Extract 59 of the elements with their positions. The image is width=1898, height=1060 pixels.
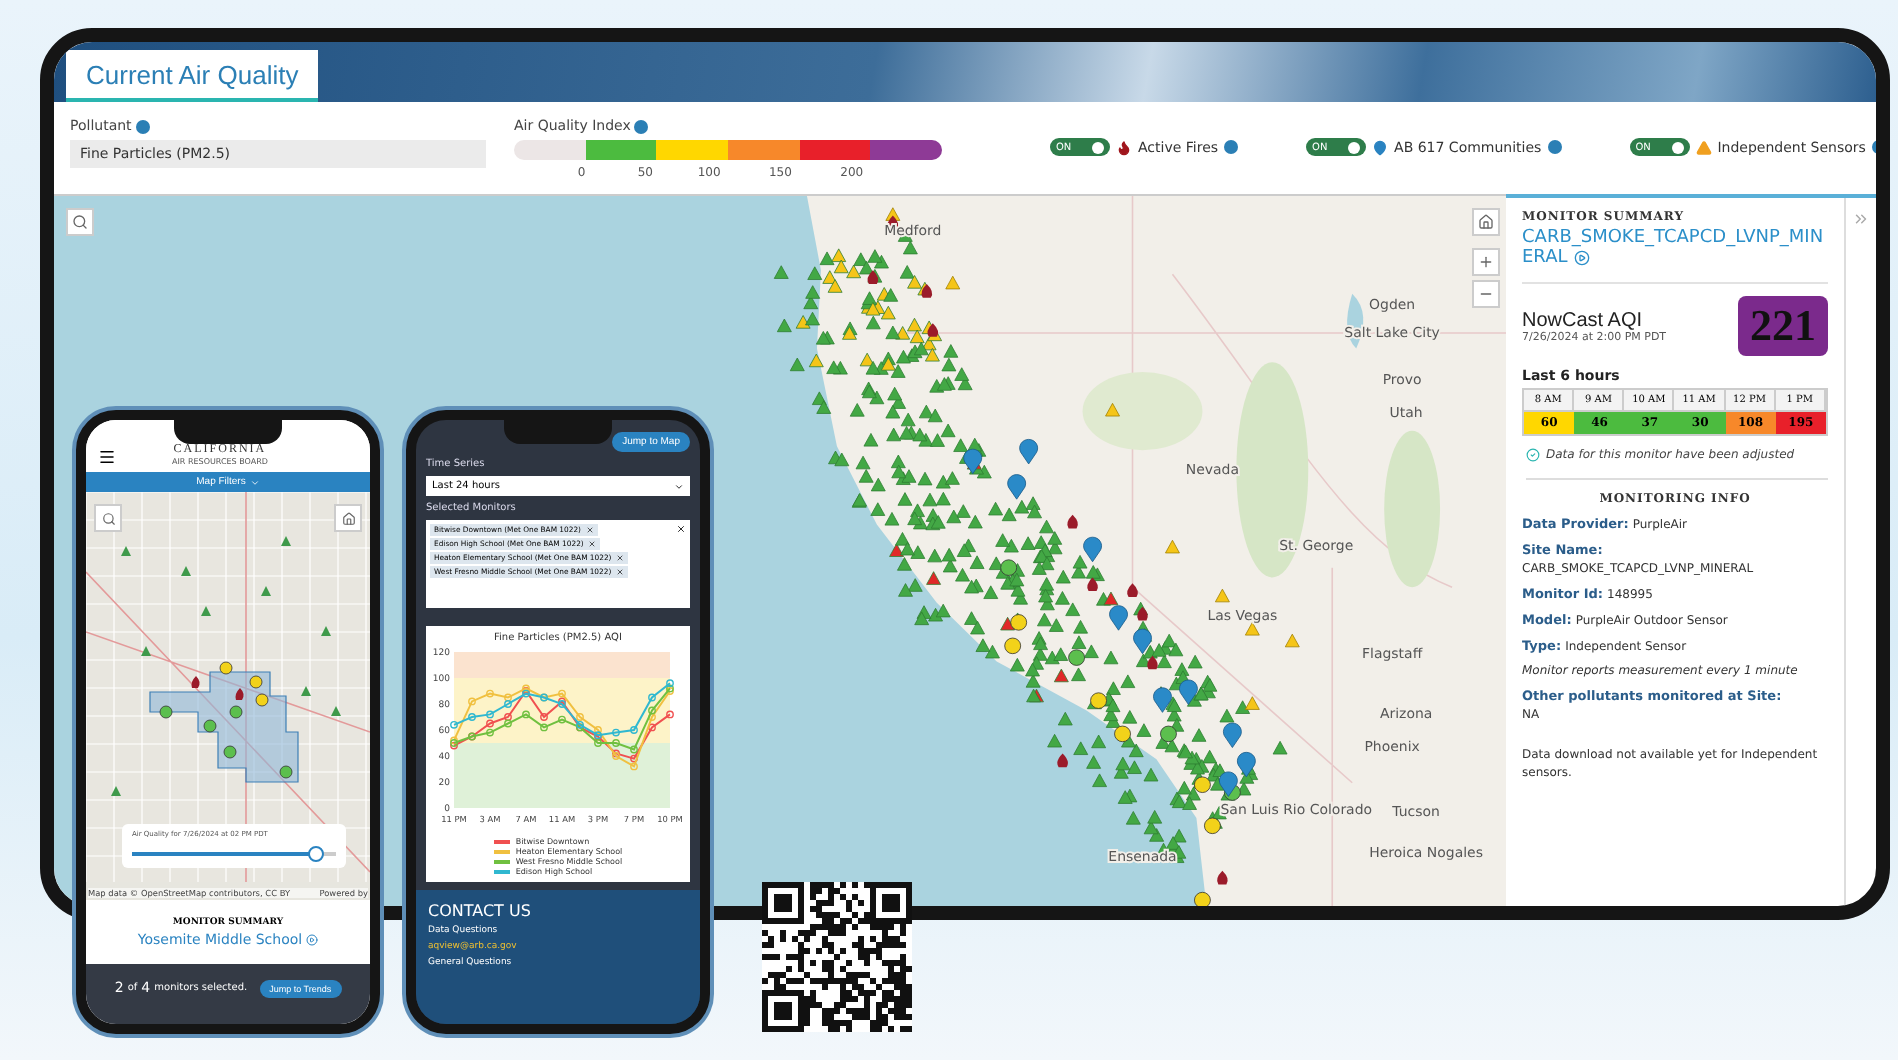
point: [540, 723, 548, 732]
aqi-value-badge: 221: [1738, 296, 1828, 356]
point: [630, 754, 638, 763]
chevron-down-icon: [674, 481, 684, 491]
check-icon: [1526, 448, 1540, 462]
search-button[interactable]: [94, 504, 122, 532]
search-icon: [72, 214, 88, 230]
point: [594, 739, 602, 747]
point: [468, 697, 476, 706]
play-icon: [306, 933, 319, 945]
phone-notch: [174, 420, 282, 444]
triangle-icon: [1695, 139, 1712, 155]
point: [648, 723, 656, 732]
point: [558, 715, 566, 724]
nowcast-title: NowCast AQI: [1522, 309, 1645, 331]
point: [540, 713, 548, 721]
point: [450, 720, 458, 729]
search-button[interactable]: [66, 208, 94, 236]
point: [630, 726, 638, 734]
point: [666, 710, 674, 719]
point: [558, 689, 566, 698]
point: [594, 726, 602, 734]
point: [612, 739, 620, 747]
zoom-out-button[interactable]: [1472, 280, 1500, 308]
home-button[interactable]: [1472, 208, 1500, 236]
point: [648, 693, 656, 702]
point: [648, 706, 656, 715]
search-icon: [101, 511, 115, 525]
home-icon: [1478, 214, 1494, 230]
point: [504, 713, 512, 721]
collapse-icon[interactable]: [1852, 210, 1870, 228]
point: [522, 710, 530, 719]
chevron-down-icon: [249, 477, 260, 487]
point: [630, 762, 638, 771]
contact-title: CONTACT US: [428, 902, 533, 920]
point: [486, 728, 494, 737]
point: [648, 713, 656, 721]
point: [504, 700, 512, 708]
monitor-name-link[interactable]: CARB_SMOKE_TCAPCD_LVNP_MINERAL: [1522, 228, 1828, 268]
point: [630, 745, 638, 754]
zoom-in-button[interactable]: [1472, 248, 1500, 276]
point: [612, 728, 620, 737]
point: [576, 713, 584, 721]
point: [666, 679, 674, 688]
point: [486, 710, 494, 719]
home-button[interactable]: [334, 504, 362, 532]
play-icon: [1573, 249, 1590, 266]
home-icon: [341, 511, 355, 525]
point: [504, 719, 512, 728]
plus-icon: [1478, 254, 1494, 270]
point: [486, 719, 494, 728]
menu-icon[interactable]: [98, 448, 116, 466]
pin-icon: [1372, 139, 1389, 155]
point: [468, 713, 476, 721]
page-tab[interactable]: Current Air Quality: [66, 50, 319, 102]
point: [486, 689, 494, 698]
point: [504, 693, 512, 702]
phone-notch: [504, 420, 612, 444]
fire-icon: [1116, 139, 1132, 155]
